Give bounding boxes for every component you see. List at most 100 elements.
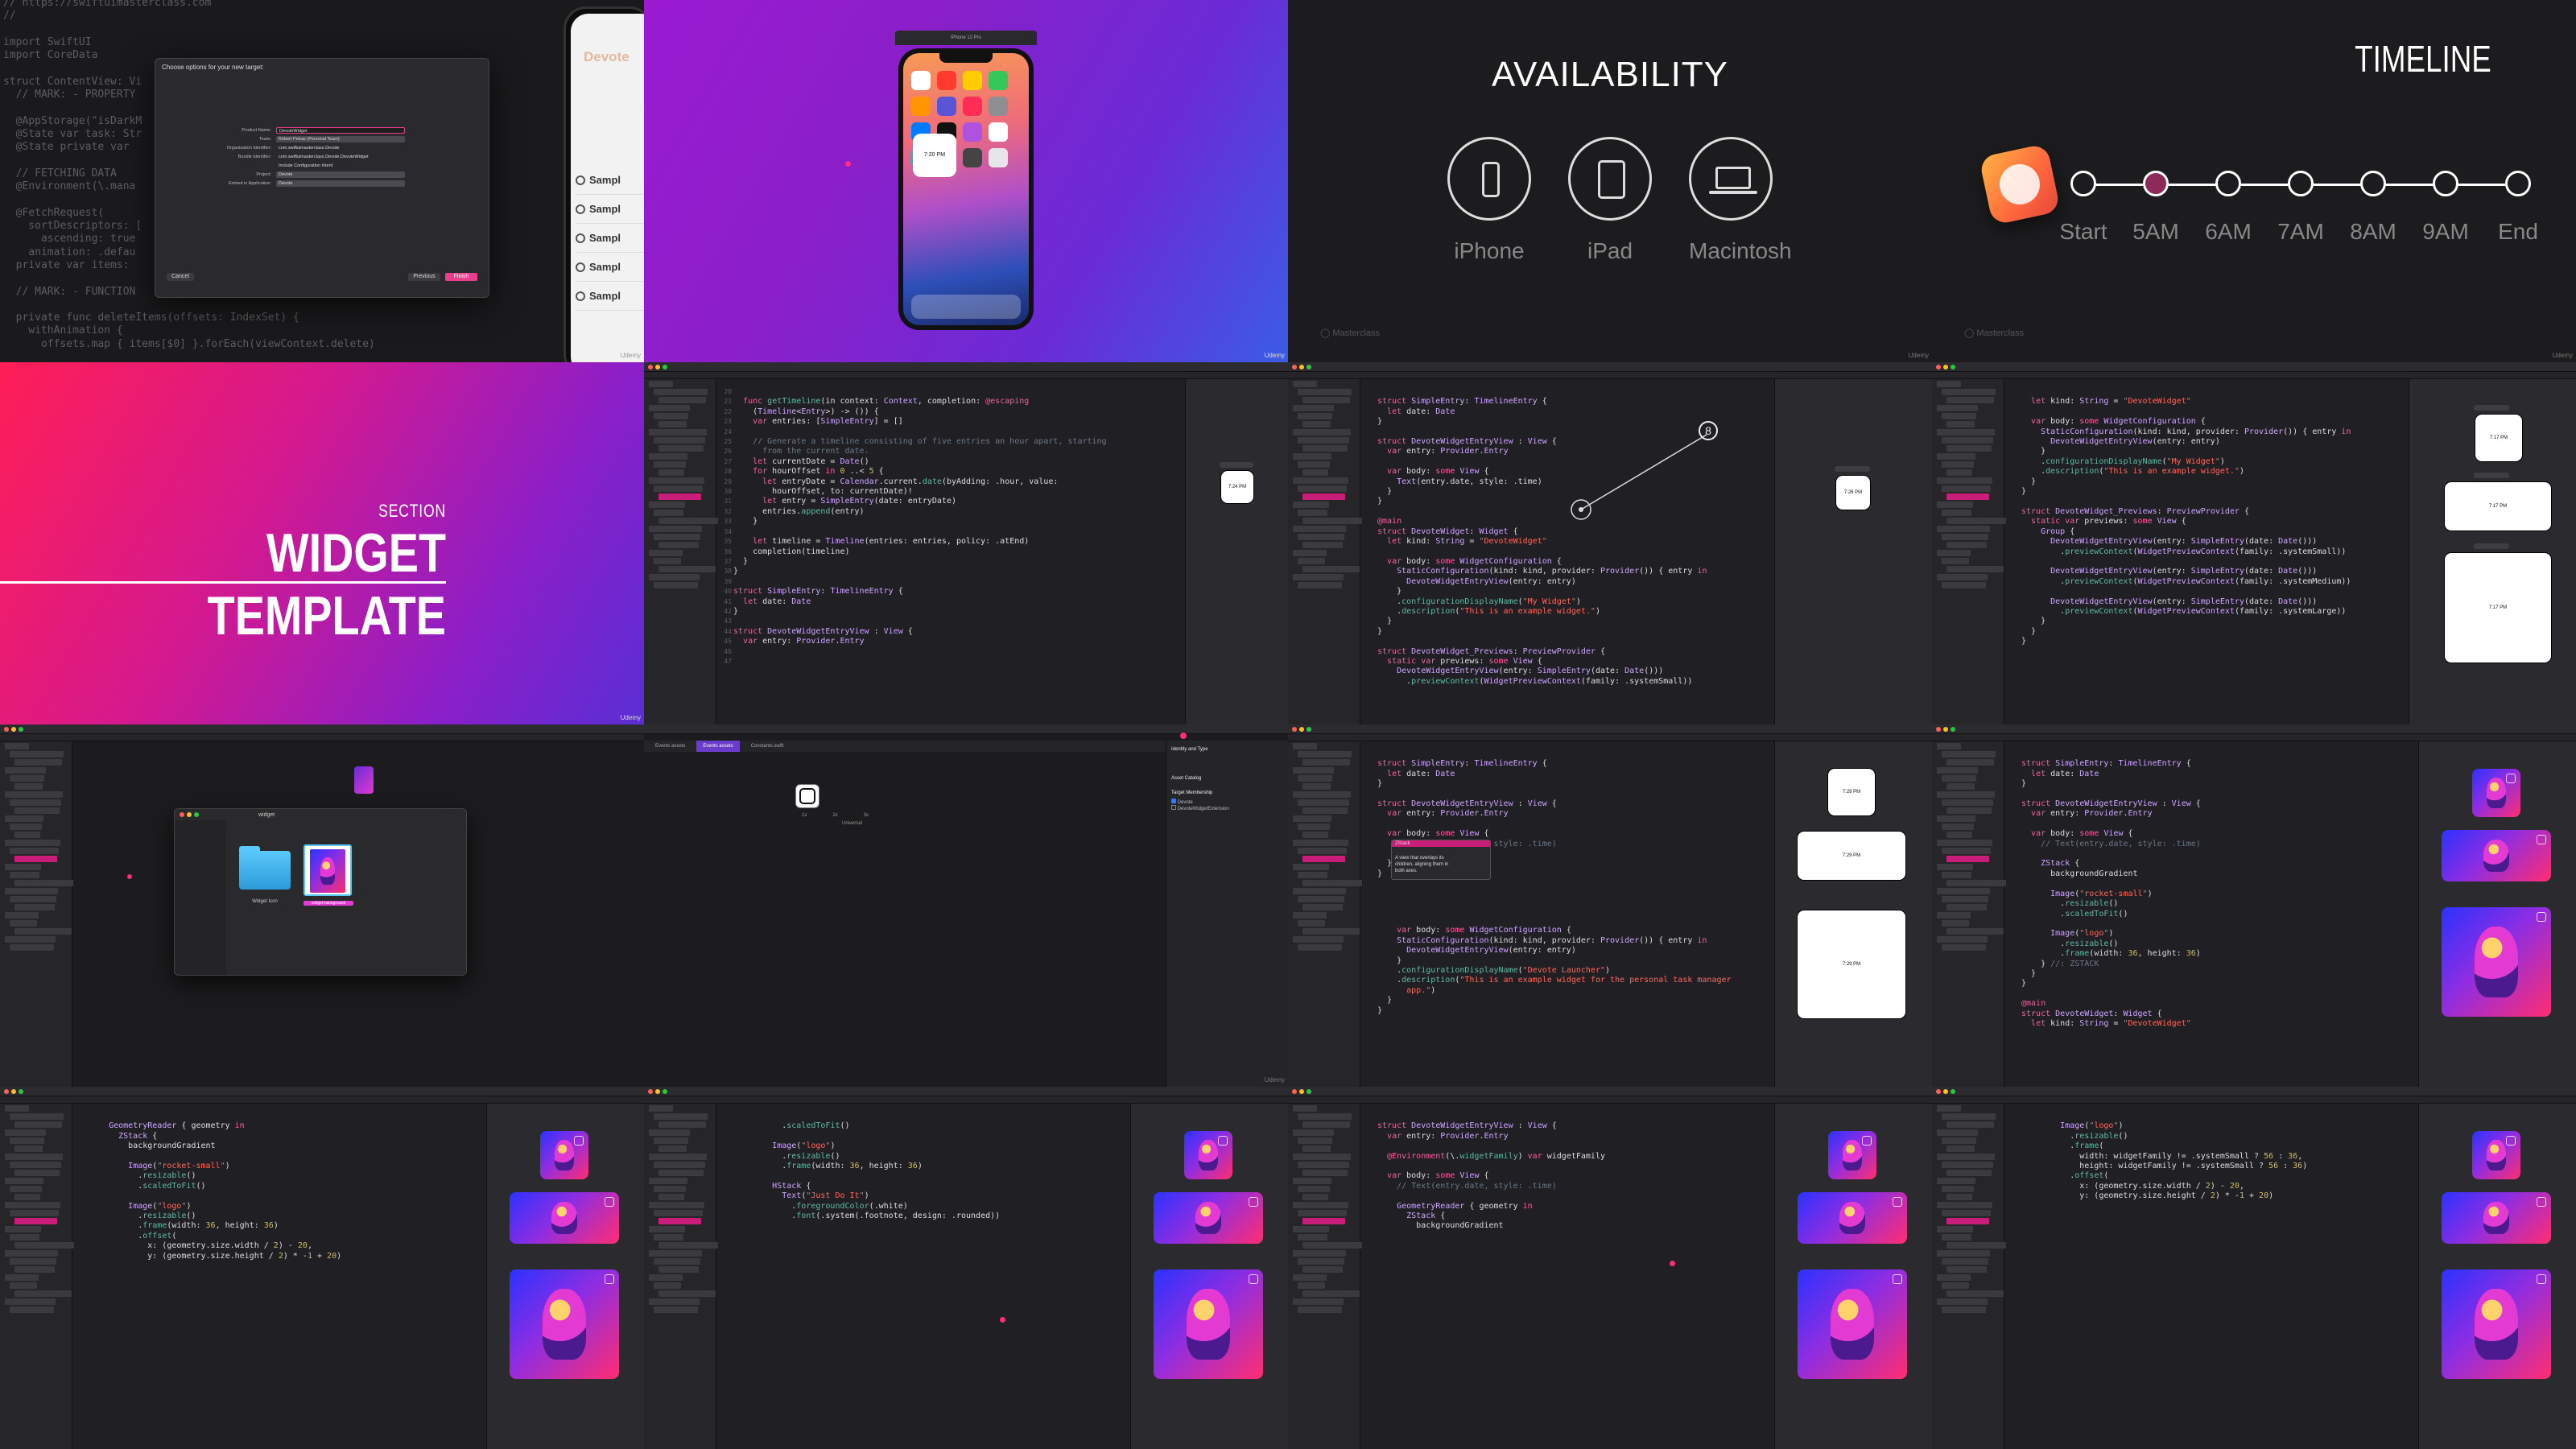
member-devote[interactable]: Devote	[1171, 799, 1283, 805]
navigator-row[interactable]	[654, 485, 703, 492]
navigator-row[interactable]	[1937, 791, 1995, 798]
navigator-row[interactable]	[10, 1210, 59, 1216]
navigator-row[interactable]	[5, 767, 46, 774]
navigator-row[interactable]	[1302, 1242, 1362, 1249]
navigator-row[interactable]	[649, 1226, 685, 1232]
navigator-row[interactable]	[5, 1129, 46, 1136]
navigator-row[interactable]	[1942, 848, 1991, 854]
navigator-row[interactable]	[1298, 582, 1342, 588]
field-value[interactable]: DevoteWidget	[276, 127, 405, 134]
navigator-row[interactable]	[10, 1162, 61, 1168]
navigator-row[interactable]	[658, 542, 699, 548]
navigator-row[interactable]	[649, 526, 702, 532]
navigator-row[interactable]	[10, 1186, 42, 1192]
navigator-row[interactable]	[1942, 1113, 1996, 1120]
navigator-row[interactable]	[10, 1137, 44, 1144]
navigator-row[interactable]	[1937, 502, 1973, 508]
navigator-row[interactable]	[1298, 485, 1347, 492]
navigator-row[interactable]	[1302, 856, 1345, 862]
navigator-row[interactable]	[1942, 389, 1996, 395]
navigator-row[interactable]	[1937, 1202, 1992, 1208]
navigator-row[interactable]	[1302, 542, 1343, 548]
navigator-row[interactable]	[14, 1194, 40, 1200]
navigator-row[interactable]	[649, 1178, 687, 1184]
navigator-row[interactable]	[1942, 510, 1971, 516]
navigator-row[interactable]	[1293, 743, 1317, 749]
previous-button[interactable]: Previous	[408, 273, 440, 281]
navigator-row[interactable]	[658, 1290, 716, 1297]
navigator-row[interactable]	[1298, 775, 1332, 782]
navigator-row[interactable]	[1942, 1282, 1969, 1289]
navigator-row[interactable]	[1942, 437, 1993, 444]
code-editor[interactable]: struct SimpleEntry: TimelineEntry { let …	[1377, 379, 1707, 724]
field-value[interactable]: Robert Petras (Personal Team)	[276, 136, 405, 142]
navigator-row[interactable]	[1298, 558, 1325, 564]
navigator-row[interactable]	[1298, 1258, 1344, 1265]
navigator-row[interactable]	[1937, 840, 1992, 846]
navigator-row[interactable]	[1293, 550, 1327, 556]
code-editor[interactable]: .scaledToFit() Image("logo") .resizable(…	[733, 1104, 1071, 1449]
asset-slot[interactable]	[795, 784, 819, 808]
navigator-row[interactable]	[1298, 1307, 1342, 1313]
navigator-row[interactable]	[10, 1282, 37, 1289]
navigator-row[interactable]	[1942, 1186, 1974, 1192]
navigator-row[interactable]	[658, 566, 716, 572]
navigator-row[interactable]	[1302, 397, 1350, 403]
navigator-row[interactable]	[654, 1258, 700, 1265]
task-list-item[interactable]: Sampl	[576, 224, 644, 253]
navigator-row[interactable]	[1298, 751, 1352, 758]
navigator-row[interactable]	[1937, 864, 1973, 870]
folder-icon[interactable]	[239, 846, 291, 890]
navigator-row[interactable]	[1942, 1258, 1988, 1265]
navigator-row[interactable]	[1946, 1170, 1992, 1176]
navigator-row[interactable]	[14, 783, 43, 790]
navigator-row[interactable]	[1942, 582, 1986, 588]
navigator-row[interactable]	[5, 1274, 39, 1281]
navigator-row[interactable]	[1298, 534, 1344, 540]
navigator-row[interactable]	[10, 799, 61, 806]
navigator-row[interactable]	[654, 1234, 683, 1241]
navigator-row[interactable]	[1937, 767, 1978, 774]
navigator-row[interactable]	[1298, 1210, 1347, 1216]
navigator-row[interactable]	[1942, 413, 1976, 419]
navigator-row[interactable]	[649, 1298, 700, 1305]
navigator-row[interactable]	[1293, 767, 1334, 774]
navigator-row[interactable]	[658, 397, 706, 403]
tab-events[interactable]: Events assets	[649, 741, 691, 752]
navigator-row[interactable]	[10, 872, 39, 878]
navigator-row[interactable]	[1293, 502, 1329, 508]
navigator-row[interactable]	[1946, 759, 1994, 766]
navigator-row[interactable]	[1293, 912, 1327, 919]
navigator-row[interactable]	[14, 928, 72, 935]
navigator-row[interactable]	[14, 1218, 57, 1224]
navigator-row[interactable]	[1937, 405, 1978, 411]
navigator-row[interactable]	[649, 405, 690, 411]
navigator-row[interactable]	[5, 791, 63, 798]
navigator-row[interactable]	[1298, 510, 1327, 516]
navigator-row[interactable]	[1937, 1298, 1988, 1305]
navigator-row[interactable]	[1293, 888, 1346, 894]
navigator-row[interactable]	[658, 1194, 684, 1200]
navigator-row[interactable]	[658, 1266, 699, 1273]
navigator-row[interactable]	[1298, 799, 1349, 806]
navigator-row[interactable]	[1298, 896, 1344, 902]
code-editor-lower[interactable]: var body: some WidgetConfiguration { Sta…	[1377, 908, 1732, 1087]
navigator-row[interactable]	[1946, 1242, 2006, 1249]
navigator-row[interactable]	[1302, 928, 1360, 935]
navigator-row[interactable]	[1298, 413, 1332, 419]
app-icon[interactable]	[989, 97, 1008, 116]
navigator-row[interactable]	[1946, 445, 1992, 452]
navigator-row[interactable]	[1302, 518, 1362, 524]
navigator-row[interactable]	[1937, 1129, 1978, 1136]
navigator-row[interactable]	[1946, 469, 1972, 476]
navigator-row[interactable]	[1937, 526, 1990, 532]
navigator-row[interactable]	[10, 775, 44, 782]
field-value[interactable]: Devote	[276, 171, 405, 178]
navigator-row[interactable]	[654, 413, 688, 419]
navigator-row[interactable]	[649, 1202, 704, 1208]
navigator-row[interactable]	[1302, 1266, 1343, 1273]
navigator-row[interactable]	[654, 558, 681, 564]
navigator-row[interactable]	[1946, 783, 1975, 790]
navigator-row[interactable]	[654, 1113, 708, 1120]
navigator-row[interactable]	[1942, 1162, 1993, 1168]
